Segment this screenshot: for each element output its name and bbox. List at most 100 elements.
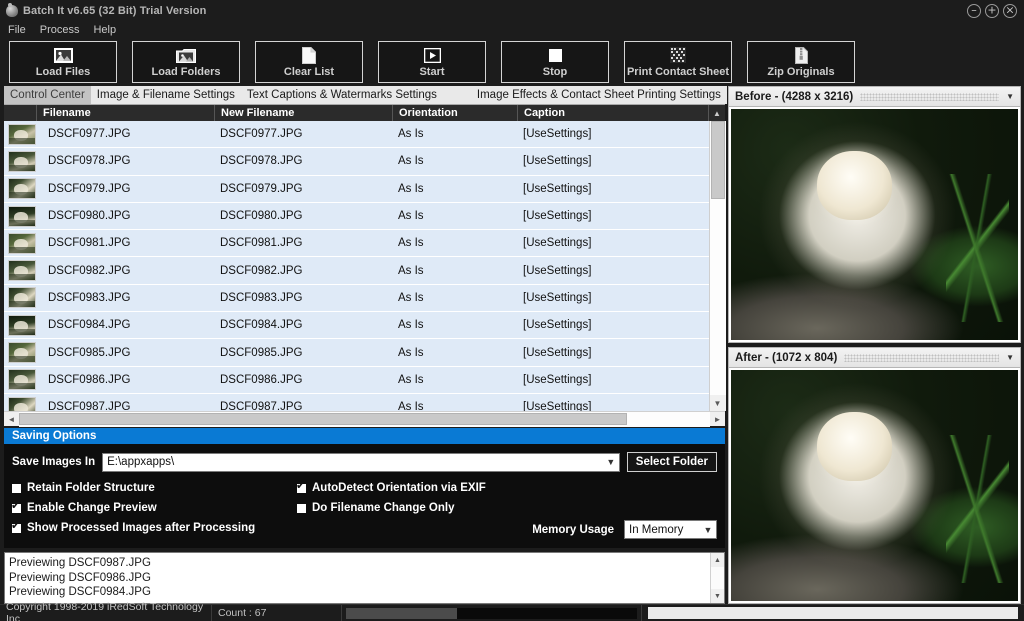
scrollbar-up-arrow-icon[interactable]: ▲ <box>709 108 725 118</box>
cell-filename: DSCF0985.JPG <box>48 346 131 359</box>
horizontal-scroll-thumb[interactable] <box>19 412 628 425</box>
checkbox-autodetect-orientation[interactable]: AutoDetect Orientation via EXIF <box>296 479 717 495</box>
tab-control-center[interactable]: Control Center <box>4 86 91 104</box>
load-files-button[interactable]: Load Files <box>9 41 117 83</box>
retain-folder-structure-label: Retain Folder Structure <box>27 482 155 494</box>
zip-originals-button[interactable]: Zip Originals <box>747 41 855 83</box>
blank-page-icon <box>302 46 316 64</box>
memory-usage-combo[interactable]: In Memory ▼ <box>624 520 717 539</box>
table-row[interactable]: DSCF0983.JPG DSCF0983.JPG As Is [UseSetting… <box>4 284 709 313</box>
minimize-button[interactable]: – <box>967 3 981 18</box>
table-row[interactable]: DSCF0987.JPG DSCF0987.JPG As Is [UseSetting… <box>4 393 709 411</box>
cell-caption: [UseSettings] <box>523 237 592 250</box>
do-filename-change-only-box[interactable] <box>297 503 306 513</box>
chevron-down-icon[interactable]: ▼ <box>603 457 619 467</box>
cell-caption: [UseSettings] <box>523 291 592 304</box>
memory-usage-label: Memory Usage <box>532 523 614 536</box>
log-scroll-up-icon[interactable]: ▲ <box>711 553 725 567</box>
hscroll-right-arrow-icon[interactable]: ► <box>710 412 725 427</box>
log-lines: Previewing DSCF0987.JPG Previewing DSCF09… <box>5 553 710 603</box>
table-row[interactable]: DSCF0981.JPG DSCF0981.JPG As Is [UseSetting… <box>4 230 709 258</box>
log-panel[interactable]: Previewing DSCF0987.JPG Previewing DSCF09… <box>4 552 725 604</box>
before-preview-header[interactable]: Before - (4288 x 3216) ▼ <box>728 86 1021 107</box>
cell-new-filename: DSCF0984.JPG <box>220 319 303 332</box>
table-row[interactable]: DSCF0986.JPG DSCF0986.JPG As Is [UseSetting… <box>4 366 709 394</box>
app-logo-icon <box>6 2 18 17</box>
file-list-panel: Filename New Filename Orientation Captio… <box>4 105 726 427</box>
load-folders-button[interactable]: Load Folders <box>132 41 240 83</box>
after-preview-title: After - (1072 x 804) <box>735 351 838 364</box>
vertical-scroll-thumb[interactable] <box>710 121 725 199</box>
chevron-down-icon[interactable]: ▼ <box>1006 92 1014 101</box>
start-button[interactable]: Start <box>378 41 486 83</box>
cell-new-filename: DSCF0982.JPG <box>220 264 303 277</box>
scrollbar-down-arrow-icon[interactable]: ▼ <box>709 395 726 411</box>
column-header-new-filename[interactable]: New Filename <box>215 105 393 121</box>
print-contact-sheet-button[interactable]: Print Contact Sheet <box>624 41 732 83</box>
chevron-down-icon[interactable]: ▼ <box>1006 353 1014 362</box>
file-list-vertical-scrollbar[interactable]: ▼ <box>709 121 726 411</box>
menu-item-process[interactable]: Process <box>40 24 80 36</box>
table-row[interactable]: DSCF0985.JPG DSCF0985.JPG As Is [UseSetting… <box>4 339 709 367</box>
close-button[interactable]: × <box>1003 3 1017 18</box>
hscroll-left-arrow-icon[interactable]: ◄ <box>4 412 19 427</box>
clear-list-label: Clear List <box>283 65 335 78</box>
table-row[interactable]: DSCF0978.JPG DSCF0978.JPG As Is [UseSetting… <box>4 148 709 176</box>
cell-new-filename: DSCF0985.JPG <box>220 346 303 359</box>
cell-orientation: As Is <box>398 346 424 359</box>
menu-item-file[interactable]: File <box>8 24 26 36</box>
vertical-scroll-track[interactable] <box>709 121 726 395</box>
clear-list-button[interactable]: Clear List <box>255 41 363 83</box>
cell-caption: [UseSettings] <box>523 373 592 386</box>
before-preview-body[interactable] <box>728 107 1021 343</box>
column-header-orientation[interactable]: Orientation <box>393 105 518 121</box>
menu-item-help[interactable]: Help <box>93 24 116 36</box>
table-row[interactable]: DSCF0977.JPG DSCF0977.JPG As Is [UseSetting… <box>4 121 709 149</box>
log-scroll-down-icon[interactable]: ▼ <box>711 589 725 603</box>
horizontal-scroll-track[interactable] <box>19 411 710 427</box>
show-processed-images-box[interactable] <box>11 519 21 533</box>
log-line: Previewing DSCF0987.JPG <box>9 557 151 569</box>
cell-new-filename: DSCF0987.JPG <box>220 401 303 411</box>
after-preview-body[interactable] <box>728 368 1021 604</box>
checkbox-show-processed-images[interactable]: Show Processed Images after Processing <box>11 519 297 535</box>
log-scrollbar[interactable]: ▲ ▼ <box>710 553 724 603</box>
stop-button[interactable]: Stop <box>501 41 609 83</box>
load-files-label: Load Files <box>35 65 91 78</box>
select-folder-button[interactable]: Select Folder <box>626 452 717 472</box>
thumbnail-image <box>8 260 36 282</box>
title-bar: Batch It v6.65 (32 Bit) Trial Version – … <box>0 0 1024 21</box>
file-list-header: Filename New Filename Orientation Captio… <box>4 105 725 121</box>
column-header-caption[interactable]: Caption <box>518 105 709 121</box>
memory-usage-value: In Memory <box>629 523 684 536</box>
header-dot-pattern <box>844 353 1000 362</box>
tab-text-captions-watermarks-label: Text Captions & Watermarks Settings <box>246 89 437 101</box>
table-row[interactable]: DSCF0979.JPG DSCF0979.JPG As Is [UseSetting… <box>4 175 709 203</box>
checkbox-retain-folder-structure[interactable]: Retain Folder Structure <box>12 482 297 494</box>
chevron-down-icon[interactable]: ▼ <box>700 525 716 535</box>
table-row[interactable]: DSCF0982.JPG DSCF0982.JPG As Is [UseSetting… <box>4 257 709 285</box>
table-row[interactable]: DSCF0980.JPG DSCF0980.JPG As Is [UseSetting… <box>4 202 709 231</box>
save-path-combo[interactable]: E:\appxapps\ ▼ <box>102 452 620 472</box>
cell-filename: DSCF0987.JPG <box>48 401 131 411</box>
table-row[interactable]: DSCF0984.JPG DSCF0984.JPG As Is [UseSetting… <box>4 312 709 340</box>
log-scroll-track[interactable] <box>710 567 724 589</box>
tab-text-captions-watermarks[interactable]: Text Captions & Watermarks Settings <box>240 86 443 104</box>
checkbox-do-filename-change-only[interactable]: Do Filename Change Only <box>297 502 717 514</box>
after-preview-panel: After - (1072 x 804) ▼ <box>728 347 1021 604</box>
column-header-thumbnail[interactable] <box>4 105 37 121</box>
autodetect-orientation-box[interactable] <box>296 479 306 493</box>
enable-change-preview-box[interactable] <box>11 499 21 513</box>
tab-image-effects-contact-sheet[interactable]: Image Effects & Contact Sheet Printing S… <box>470 86 727 104</box>
column-header-filename[interactable]: Filename <box>37 105 215 121</box>
file-list-rows: DSCF0977.JPG DSCF0977.JPG As Is [UseSetting… <box>4 121 709 411</box>
retain-folder-structure-box[interactable] <box>12 483 21 493</box>
after-preview-header[interactable]: After - (1072 x 804) ▼ <box>728 347 1021 368</box>
cell-caption: [UseSettings] <box>523 155 592 168</box>
file-list-horizontal-scrollbar[interactable]: ◄ ► <box>4 411 725 427</box>
maximize-button[interactable]: + <box>985 3 999 18</box>
checkbox-enable-change-preview[interactable]: Enable Change Preview <box>11 499 297 515</box>
save-path-value: E:\appxapps\ <box>107 456 175 468</box>
tab-image-filename-settings[interactable]: Image & Filename Settings <box>90 86 241 104</box>
save-images-in-label: Save Images In <box>12 456 96 468</box>
